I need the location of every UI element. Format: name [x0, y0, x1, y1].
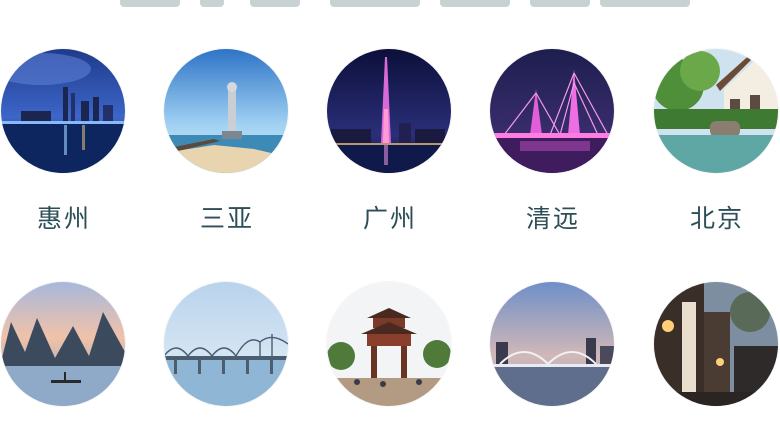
qingyuan-lit-cable-bridge-image	[490, 49, 614, 173]
city-label: 惠州	[36, 204, 91, 233]
city-label: 清远	[525, 204, 580, 233]
river-arch-bridge-city-image	[490, 282, 614, 406]
chinese-pagoda-gate-image	[327, 282, 451, 406]
beijing-garden-pond-image	[654, 49, 778, 173]
city-card-9[interactable]	[490, 282, 616, 406]
city-card-guangzhou[interactable]: 广州	[327, 49, 453, 233]
city-card-6[interactable]	[1, 282, 127, 406]
city-card-sanya[interactable]: 三亚	[164, 49, 290, 233]
huizhou-night-bay-skyline-image	[1, 49, 125, 173]
city-label: 北京	[689, 204, 744, 233]
city-card-8[interactable]	[327, 282, 453, 406]
city-card-beijing[interactable]: 北京	[654, 49, 780, 233]
city-card-huizhou[interactable]: 惠州	[1, 49, 127, 233]
city-card-7[interactable]	[164, 282, 290, 406]
city-grid: 惠州 三亚 广州 清远 北京	[0, 0, 780, 440]
city-label: 广州	[362, 204, 417, 233]
guangzhou-canton-tower-night-image	[327, 49, 451, 173]
city-label: 三亚	[199, 204, 254, 233]
city-card-10[interactable]	[654, 282, 780, 406]
guilin-karst-river-raft-image	[1, 282, 125, 406]
dandong-yalu-river-bridge-image	[164, 282, 288, 406]
old-town-street-evening-image	[654, 282, 778, 406]
city-card-qingyuan[interactable]: 清远	[490, 49, 616, 233]
sanya-guanyin-statue-sea-image	[164, 49, 288, 173]
